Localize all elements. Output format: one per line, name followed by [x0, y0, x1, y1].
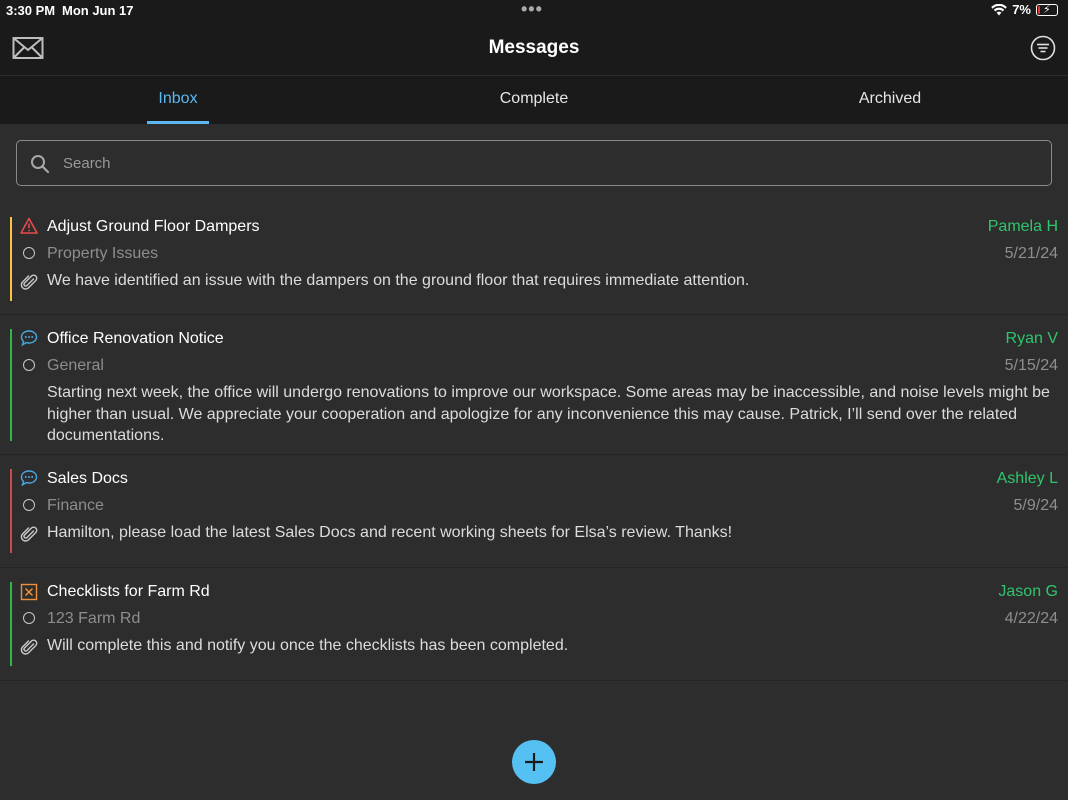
status-time: 3:30 PM [6, 3, 56, 18]
status-bar: 3:30 PM Mon Jun 17 ••• 7% ⚡ [0, 0, 1068, 22]
message-category: Finance [47, 497, 104, 514]
message-title: Checklists for Farm Rd [47, 583, 210, 600]
status-circle-icon[interactable] [23, 359, 35, 371]
priority-bar [10, 469, 12, 553]
message-category: 123 Farm Rd [47, 610, 141, 627]
checklist-icon [20, 583, 38, 601]
chat-bubble-icon [20, 330, 38, 347]
warning-icon [20, 217, 38, 234]
paperclip-icon [20, 639, 38, 655]
message-date: 5/9/24 [1013, 497, 1058, 514]
status-date: Mon Jun 17 [62, 3, 134, 18]
search-icon [31, 155, 50, 174]
active-tab-indicator [147, 121, 209, 124]
message-title: Office Renovation Notice [47, 330, 224, 347]
list-item-message[interactable]: Office Renovation Notice Ryan V General … [0, 316, 1068, 455]
priority-bar [10, 582, 12, 666]
message-preview: Will complete this and notify you once t… [47, 637, 569, 654]
message-preview: Hamilton, please load the latest Sales D… [47, 524, 733, 541]
search-bar [16, 140, 1052, 186]
list-item-message[interactable]: Checklists for Farm Rd Jason G 123 Farm … [0, 569, 1068, 681]
list-item-message[interactable]: Adjust Ground Floor Dampers Pamela H Pro… [0, 204, 1068, 315]
battery-percent: 7% [1012, 2, 1031, 17]
priority-bar [10, 217, 12, 301]
message-preview: We have identified an issue with the dam… [47, 272, 750, 289]
filter-icon[interactable] [1030, 35, 1056, 61]
message-title: Sales Docs [47, 470, 128, 487]
message-title: Adjust Ground Floor Dampers [47, 218, 260, 235]
page-title: Messages [488, 37, 580, 58]
message-sender: Ryan V [1005, 330, 1058, 347]
navigation-bar: Messages [0, 22, 1068, 76]
message-sender: Ashley L [996, 470, 1058, 487]
list-item-message[interactable]: Sales Docs Ashley L Finance 5/9/24 Hamil… [0, 456, 1068, 568]
status-circle-icon[interactable] [23, 499, 35, 511]
paperclip-icon [20, 526, 38, 542]
status-indicators: 7% ⚡ [991, 2, 1058, 17]
message-sender: Jason G [998, 583, 1058, 600]
message-category: General [47, 357, 104, 374]
message-date: 5/15/24 [1004, 357, 1058, 374]
tab-bar: Inbox Complete Archived [0, 76, 1068, 124]
battery-icon: ⚡ [1036, 3, 1058, 16]
status-circle-icon[interactable] [23, 247, 35, 259]
multitasking-dots-icon[interactable]: ••• [521, 0, 543, 18]
message-date: 4/22/24 [1004, 610, 1058, 627]
compose-message-button[interactable] [512, 740, 556, 784]
status-circle-icon[interactable] [23, 612, 35, 624]
wifi-icon [991, 3, 1008, 15]
priority-bar [10, 329, 12, 441]
tab-complete[interactable]: Complete [356, 76, 712, 124]
tab-inbox[interactable]: Inbox [0, 76, 356, 124]
chat-bubble-icon [20, 470, 38, 487]
search-input[interactable] [63, 141, 1033, 185]
tab-archived[interactable]: Archived [712, 76, 1068, 124]
paperclip-icon [20, 274, 38, 290]
plus-icon [525, 753, 543, 771]
message-category: Property Issues [47, 245, 159, 262]
message-sender: Pamela H [987, 218, 1058, 235]
message-date: 5/21/24 [1004, 245, 1058, 262]
message-preview: Starting next week, the office will unde… [47, 384, 1050, 444]
